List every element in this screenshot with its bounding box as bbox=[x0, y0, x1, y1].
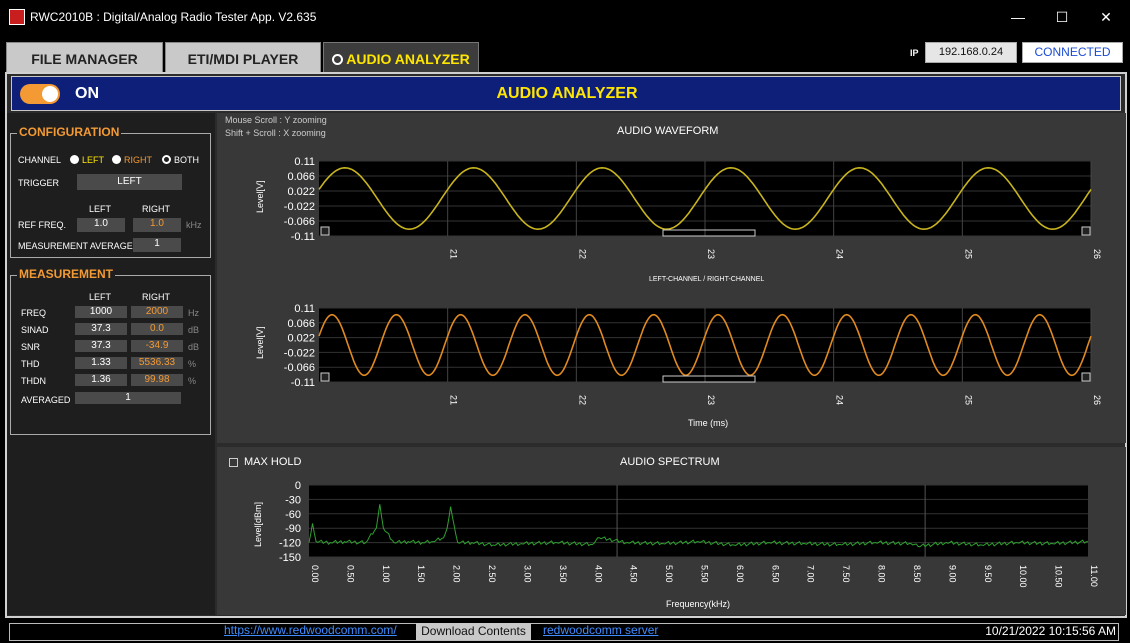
measurement-average-input[interactable]: 1 bbox=[133, 238, 181, 252]
thdn-unit: % bbox=[188, 376, 197, 386]
channel-label: CHANNEL bbox=[18, 155, 62, 165]
title-bar: RWC2010B : Digital/Analog Radio Tester A… bbox=[0, 0, 1130, 34]
sinad-label: SINAD bbox=[21, 325, 49, 335]
ref-freq-right-input[interactable]: 1.0 bbox=[133, 218, 181, 232]
averaged-label: AVERAGED bbox=[21, 395, 71, 405]
thd-right-value: 5536.33 bbox=[131, 357, 183, 369]
configuration-title: CONFIGURATION bbox=[17, 125, 122, 139]
freq-right-value: 2000 bbox=[131, 306, 183, 318]
app-logo-icon bbox=[9, 9, 25, 25]
sinad-right-value: 0.0 bbox=[131, 323, 183, 335]
waveform-top-ylabel: Level[V] bbox=[255, 180, 265, 213]
thd-label: THD bbox=[21, 359, 40, 369]
spectrum-xlabel: Frequency(kHz) bbox=[666, 599, 731, 609]
analyzer-title: AUDIO ANALYZER bbox=[496, 85, 638, 102]
server-link[interactable]: redwoodcomm server bbox=[543, 623, 658, 637]
y-zoom-hint: Mouse Scroll : Y zooming bbox=[225, 115, 327, 125]
x-zoom-hint: Shift + Scroll : X zooming bbox=[225, 128, 326, 138]
config-left-header: LEFT bbox=[88, 204, 111, 214]
configuration-group: CONFIGURATION CHANNEL LEFT RIGHT BOTH TR… bbox=[10, 125, 211, 258]
channel-caption: LEFT-CHANNEL / RIGHT-CHANNEL bbox=[649, 276, 765, 283]
ref-freq-label: REF FREQ. bbox=[18, 220, 67, 230]
measure-right-header: RIGHT bbox=[142, 292, 170, 302]
ip-address-field[interactable]: 192.168.0.24 bbox=[925, 42, 1017, 63]
waveform-xlabel: Time (ms) bbox=[688, 418, 729, 428]
tab-eti-mdi-player[interactable]: ETI/MDI PLAYER bbox=[165, 42, 321, 74]
active-tab-radio-icon bbox=[332, 54, 344, 65]
freq-left-value: 1000 bbox=[75, 306, 127, 318]
datetime-display: 10/21/2022 10:15:56 AM bbox=[985, 624, 1116, 638]
ref-freq-left-input[interactable]: 1.0 bbox=[77, 218, 125, 232]
measurement-group: MEASUREMENT LEFT RIGHT FREQ 1000 2000 Hz… bbox=[10, 267, 211, 435]
measurement-title: MEASUREMENT bbox=[17, 267, 116, 281]
tab-file-manager[interactable]: FILE MANAGER bbox=[6, 42, 163, 74]
waveform-bottom-ylabel: Level[V] bbox=[255, 326, 265, 359]
sinad-left-value: 37.3 bbox=[75, 323, 127, 335]
channel-left-radio[interactable]: LEFT bbox=[70, 155, 104, 165]
radio-dot-icon bbox=[112, 155, 121, 164]
freq-label: FREQ bbox=[21, 308, 47, 318]
thdn-left-value: 1.36 bbox=[75, 374, 127, 386]
channel-both-radio[interactable]: BOTH bbox=[162, 155, 199, 165]
channel-right-label: RIGHT bbox=[124, 155, 152, 165]
analyzer-header: ON AUDIO ANALYZER bbox=[11, 76, 1121, 111]
maxhold-checkbox[interactable] bbox=[229, 458, 238, 467]
ip-label: IP bbox=[910, 48, 919, 58]
thd-left-value: 1.33 bbox=[75, 357, 127, 369]
spectrum-ylabel: Level[dBm] bbox=[253, 501, 263, 547]
download-contents-button[interactable]: Download Contents bbox=[416, 623, 531, 640]
thd-unit: % bbox=[188, 359, 197, 369]
minimize-button[interactable]: — bbox=[1006, 6, 1030, 28]
maximize-button[interactable]: ☐ bbox=[1050, 6, 1074, 28]
close-button[interactable]: ✕ bbox=[1094, 6, 1118, 28]
connection-status-button[interactable]: CONNECTED bbox=[1022, 42, 1123, 63]
spectrum-panel: MAX HOLD AUDIO SPECTRUM Level[dBm] Frequ… bbox=[217, 447, 1126, 615]
measurement-average-label: MEASUREMENT AVERAGE bbox=[18, 241, 133, 251]
thdn-right-value: 99.98 bbox=[131, 374, 183, 386]
ref-freq-unit: kHz bbox=[186, 220, 202, 230]
thdn-label: THDN bbox=[21, 376, 46, 386]
radio-dot-icon bbox=[162, 155, 171, 164]
snr-right-value: -34.9 bbox=[131, 340, 183, 352]
tab-audio-analyzer-label: AUDIO ANALYZER bbox=[346, 51, 470, 67]
waveform-panel: Mouse Scroll : Y zooming Shift + Scroll … bbox=[217, 113, 1126, 443]
spectrum-title: AUDIO SPECTRUM bbox=[620, 456, 720, 468]
window-title: RWC2010B : Digital/Analog Radio Tester A… bbox=[30, 10, 317, 24]
trigger-select[interactable]: LEFT bbox=[77, 174, 182, 190]
snr-label: SNR bbox=[21, 342, 41, 352]
channel-left-label: LEFT bbox=[82, 155, 105, 165]
config-right-header: RIGHT bbox=[142, 204, 170, 214]
measure-left-header: LEFT bbox=[88, 292, 111, 302]
left-panel: CONFIGURATION CHANNEL LEFT RIGHT BOTH TR… bbox=[7, 113, 215, 615]
website-link[interactable]: https://www.redwoodcomm.com/ bbox=[224, 623, 397, 637]
freq-unit: Hz bbox=[188, 308, 199, 318]
radio-dot-icon bbox=[70, 155, 79, 164]
snr-left-value: 37.3 bbox=[75, 340, 127, 352]
tab-audio-analyzer[interactable]: AUDIO ANALYZER bbox=[323, 42, 479, 74]
channel-right-radio[interactable]: RIGHT bbox=[112, 155, 152, 165]
sinad-unit: dB bbox=[188, 325, 200, 335]
maxhold-label: MAX HOLD bbox=[244, 456, 302, 468]
snr-unit: dB bbox=[188, 342, 200, 352]
waveform-title: AUDIO WAVEFORM bbox=[617, 125, 719, 137]
trigger-label: TRIGGER bbox=[18, 178, 60, 188]
channel-both-label: BOTH bbox=[174, 155, 200, 165]
averaged-value: 1 bbox=[75, 392, 181, 404]
